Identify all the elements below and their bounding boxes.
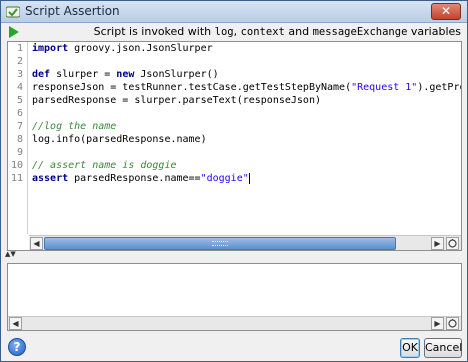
code-token: new — [116, 69, 135, 80]
code-token: def — [32, 69, 51, 80]
dialog-footer: ? OK Cancel — [1, 334, 467, 361]
pane-splitter[interactable]: ▲▼ — [1, 250, 467, 262]
grip-icon — [212, 241, 228, 246]
code-token: // assert name is doggie — [32, 160, 177, 171]
code-token: "Request 1" — [351, 82, 418, 93]
script-assertion-dialog: Script Assertion ✕ Script is invoked wit… — [0, 0, 468, 362]
code-line[interactable] — [29, 55, 461, 68]
line-number: 2 — [16, 56, 23, 67]
split-down-arrow[interactable]: ▼ — [10, 250, 15, 258]
hint-log: log — [214, 26, 234, 38]
help-icon[interactable]: ? — [8, 338, 26, 356]
code-line[interactable] — [29, 146, 461, 159]
log-horizontal-scrollbar[interactable]: ◀ ▶ — [8, 316, 461, 330]
cancel-button[interactable]: Cancel — [424, 338, 462, 358]
hint-prefix: Script is invoked with — [93, 25, 215, 38]
run-icon[interactable] — [9, 26, 19, 38]
split-arrows[interactable]: ▲▼ — [5, 250, 16, 258]
code-line[interactable]: import groovy.json.JsonSlurper — [29, 42, 461, 55]
code-area[interactable]: import groovy.json.JsonSlurper def slurpe… — [29, 42, 461, 234]
line-number: 9 — [16, 147, 23, 158]
line-number: 10 — [10, 160, 23, 171]
script-editor[interactable]: 1 2 3 4 5 6 7 8 9 10 11 import groovy.json.JsonSlu… — [7, 41, 462, 251]
editor-horizontal-scrollbar[interactable]: ◀ ▶ — [29, 235, 461, 250]
code-token: JsonSlurper() — [134, 69, 219, 80]
window-title: Script Assertion — [25, 4, 120, 18]
title-bar[interactable]: Script Assertion ✕ — [1, 1, 467, 23]
code-token: assert — [32, 173, 69, 184]
scroll-left-arrow[interactable]: ◀ — [30, 237, 43, 250]
code-line[interactable]: //log the name — [29, 120, 461, 133]
line-number: 11 — [10, 173, 23, 184]
code-token: parsedResponse.name== — [68, 173, 201, 184]
code-line[interactable]: // assert name is doggie — [29, 159, 461, 172]
scroll-right-arrow[interactable]: ▶ — [431, 237, 444, 250]
line-number: 3 — [16, 69, 23, 80]
variables-hint: Script is invoked with log, context and … — [94, 25, 461, 38]
code-token: log.info(parsedResponse.name) — [32, 134, 207, 145]
text-caret — [248, 172, 250, 184]
corner-icon[interactable] — [446, 237, 459, 250]
code-line[interactable]: responseJson = testRunner.testCase.getTe… — [29, 81, 461, 94]
ok-button[interactable]: OK — [400, 338, 420, 358]
line-number: 5 — [16, 95, 23, 106]
hint-message-exchange: messageExchange — [312, 26, 408, 38]
hint-context: context — [240, 26, 285, 38]
toolbar: Script is invoked with log, context and … — [1, 23, 467, 41]
code-line[interactable]: assert parsedResponse.name=="doggie" — [29, 172, 461, 185]
line-number: 1 — [16, 43, 23, 54]
log-output-pane[interactable]: ◀ ▶ — [7, 263, 462, 331]
log-corner-icon[interactable] — [446, 317, 459, 330]
code-line[interactable]: parsedResponse = slurper.parseText(respo… — [29, 94, 461, 107]
code-token: groovy.json.JsonSlurper — [68, 43, 213, 54]
close-button[interactable]: ✕ — [431, 3, 461, 20]
code-token: parsedResponse = slurper.parseText(respo… — [32, 95, 321, 106]
line-number: 8 — [16, 134, 23, 145]
code-token: import — [32, 43, 69, 54]
hint-suffix: variables — [407, 25, 461, 38]
hint-sep2: and — [284, 25, 313, 38]
code-line[interactable]: log.info(parsedResponse.name) — [29, 133, 461, 146]
scroll-thumb[interactable] — [44, 237, 396, 250]
line-number: 6 — [16, 108, 23, 119]
log-scroll-right-arrow[interactable]: ▶ — [431, 317, 444, 330]
code-token: responseJson = testRunner.testCase.getTe… — [32, 82, 352, 93]
log-scroll-left-arrow[interactable]: ◀ — [9, 317, 22, 330]
hint-sep1: , — [233, 25, 241, 38]
code-token: ).getPropertyVa — [417, 82, 461, 93]
line-number: 4 — [16, 82, 23, 93]
code-token: //log the name — [32, 121, 117, 132]
code-token: "doggie" — [200, 173, 249, 184]
line-number: 7 — [16, 121, 23, 132]
code-line[interactable] — [29, 107, 461, 120]
line-number-gutter: 1 2 3 4 5 6 7 8 9 10 11 — [8, 42, 28, 234]
code-token: slurper = — [50, 69, 117, 80]
soapui-icon — [6, 6, 20, 18]
code-line[interactable]: def slurper = new JsonSlurper() — [29, 68, 461, 81]
